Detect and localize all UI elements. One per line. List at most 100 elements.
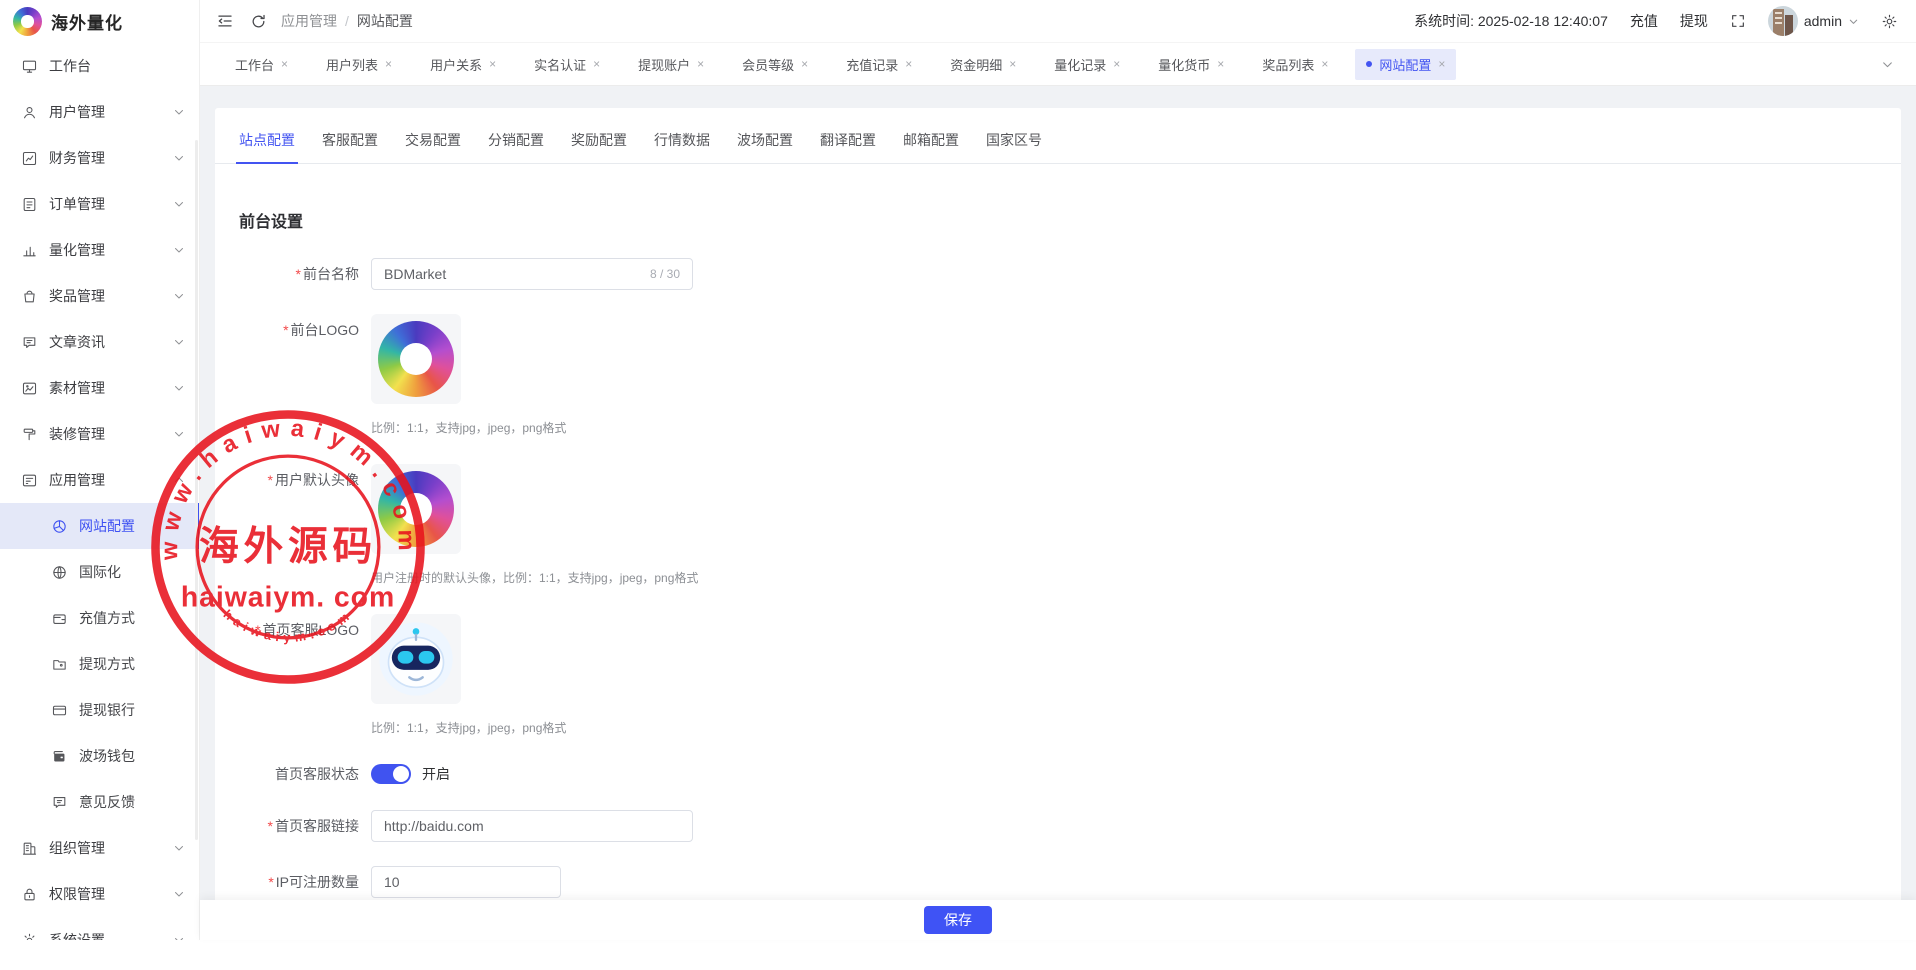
- field-service-logo: *首页客服LOGO: [239, 614, 1877, 736]
- sidebar-item-site-config[interactable]: 网站配置: [0, 503, 199, 549]
- sidebar-item-label: 系统设置: [49, 930, 173, 940]
- system-time: 系统时间: 2025-02-18 12:40:07: [1414, 11, 1608, 31]
- close-icon[interactable]: ×: [1009, 58, 1016, 70]
- sidebar-item-label: 素材管理: [49, 378, 173, 398]
- config-tab-trade[interactable]: 交易配置: [405, 130, 461, 163]
- front-logo-upload[interactable]: [371, 314, 461, 404]
- sidebar-item-sys-settings[interactable]: 系统设置: [0, 917, 199, 940]
- workspace-tab-real-name-auth[interactable]: 实名认证×: [523, 49, 611, 80]
- ip-limit-input-box: [371, 866, 561, 898]
- sidebar-item-quant-mgmt[interactable]: 量化管理: [0, 227, 199, 273]
- avatar[interactable]: [1768, 6, 1798, 36]
- workspace-tab-workbench[interactable]: 工作台×: [224, 49, 299, 80]
- workspace-tab-fund-detail[interactable]: 资金明细×: [939, 49, 1027, 80]
- service-logo-upload[interactable]: [371, 614, 461, 704]
- gear-icon: [21, 932, 38, 941]
- close-icon[interactable]: ×: [801, 58, 808, 70]
- sidebar-item-decor-mgmt[interactable]: 装修管理: [0, 411, 199, 457]
- config-tab-market[interactable]: 行情数据: [654, 130, 710, 163]
- service-logo-tip: 比例：1:1，支持jpg，jpeg，png格式: [371, 719, 566, 736]
- workspace-tab-prize-list[interactable]: 奖品列表×: [1251, 49, 1339, 80]
- config-tab-translate[interactable]: 翻译配置: [820, 130, 876, 163]
- workspace-tab-member-level[interactable]: 会员等级×: [731, 49, 819, 80]
- workspace-tab-quant-currency[interactable]: 量化货币 ×: [1147, 49, 1235, 80]
- tabbar-collapse-chevron-icon[interactable]: [1881, 58, 1894, 71]
- field-label: 首页客服链接: [275, 818, 359, 834]
- menu-fold-icon[interactable]: [216, 12, 234, 30]
- close-icon[interactable]: ×: [1113, 58, 1120, 70]
- sidebar-item-app-mgmt[interactable]: 应用管理: [0, 457, 199, 503]
- withdraw-button[interactable]: 提现: [1680, 11, 1708, 31]
- brand: 海外量化: [0, 0, 199, 43]
- close-icon[interactable]: ×: [593, 58, 600, 70]
- default-avatar-upload[interactable]: [371, 464, 461, 554]
- workspace-tab-label: 量化货币: [1158, 55, 1210, 74]
- sidebar-item-label: 奖品管理: [49, 286, 173, 306]
- user-menu[interactable]: admin: [1768, 6, 1859, 36]
- workspace-tab-withdraw-account[interactable]: 提现账户×: [627, 49, 715, 80]
- config-tab-country-code[interactable]: 国家区号: [986, 130, 1042, 163]
- sidebar-item-article-news[interactable]: 文章资讯: [0, 319, 199, 365]
- sidebar-item-material-mgmt[interactable]: 素材管理: [0, 365, 199, 411]
- order-doc-icon: [21, 196, 38, 213]
- sidebar-item-withdraw-method[interactable]: 提现方式: [0, 641, 199, 687]
- sidebar-item-workbench[interactable]: 工作台: [0, 43, 199, 89]
- config-tab-tron[interactable]: 波场配置: [737, 130, 793, 163]
- close-icon[interactable]: ×: [905, 58, 912, 70]
- settings-gear-icon[interactable]: [1881, 13, 1898, 30]
- field-label: 前台LOGO: [291, 322, 359, 338]
- service-link-input[interactable]: [384, 818, 680, 834]
- sidebar-item-label: 装修管理: [49, 424, 173, 444]
- workspace-tab-quant-record[interactable]: 量化记录×: [1043, 49, 1131, 80]
- refresh-icon[interactable]: [250, 13, 267, 30]
- config-tab-site[interactable]: 站点配置: [239, 130, 295, 163]
- sidebar-item-user-mgmt[interactable]: 用户管理: [0, 89, 199, 135]
- breadcrumb-section[interactable]: 应用管理: [281, 11, 337, 31]
- save-button[interactable]: 保存: [924, 906, 992, 934]
- username: admin: [1804, 13, 1842, 29]
- sidebar-item-feedback[interactable]: 意见反馈: [0, 779, 199, 825]
- workspace-tab-user-relation[interactable]: 用户关系×: [419, 49, 507, 80]
- workspace-tab-user-list[interactable]: 用户列表×: [315, 49, 403, 80]
- sidebar-item-tron-wallet[interactable]: 波场钱包: [0, 733, 199, 779]
- field-label: IP可注册数量: [276, 874, 359, 890]
- recharge-button[interactable]: 充值: [1630, 11, 1658, 31]
- sidebar-item-i18n[interactable]: 国际化: [0, 549, 199, 595]
- close-icon[interactable]: ×: [697, 58, 704, 70]
- config-tab-reward[interactable]: 奖励配置: [571, 130, 627, 163]
- site-name-input[interactable]: [384, 266, 642, 282]
- sidebar-item-org-mgmt[interactable]: 组织管理: [0, 825, 199, 871]
- field-label: 前台名称: [303, 266, 359, 282]
- workspace-tab-site-config[interactable]: 网站配置×: [1355, 49, 1456, 80]
- service-status-toggle[interactable]: [371, 764, 411, 784]
- field-front-logo: *前台LOGO 比例：1:1，支持jpg，jpeg，png格式: [239, 314, 1877, 436]
- close-icon[interactable]: ×: [1217, 58, 1224, 70]
- sidebar-item-label: 提现银行: [79, 700, 185, 720]
- active-tab-dot: [1366, 61, 1372, 67]
- close-icon[interactable]: ×: [489, 58, 496, 70]
- sidebar-item-order-mgmt[interactable]: 订单管理: [0, 181, 199, 227]
- sidebar-item-withdraw-bank[interactable]: 提现银行: [0, 687, 199, 733]
- config-tab-distribution[interactable]: 分销配置: [488, 130, 544, 163]
- sidebar-scrollbar[interactable]: [195, 140, 198, 840]
- close-icon[interactable]: ×: [1438, 58, 1445, 70]
- config-tab-email[interactable]: 邮箱配置: [903, 130, 959, 163]
- sidebar-item-prize-mgmt[interactable]: 奖品管理: [0, 273, 199, 319]
- config-tab-service[interactable]: 客服配置: [322, 130, 378, 163]
- close-icon[interactable]: ×: [281, 58, 288, 70]
- field-label: 首页客服状态: [275, 766, 359, 782]
- sidebar-item-recharge-method[interactable]: 充值方式: [0, 595, 199, 641]
- chevron-down-icon: [173, 106, 185, 118]
- fullscreen-icon[interactable]: [1730, 13, 1746, 29]
- article-icon: [21, 334, 38, 351]
- sidebar-item-perm-mgmt[interactable]: 权限管理: [0, 871, 199, 917]
- sidebar-item-label: 财务管理: [49, 148, 173, 168]
- close-icon[interactable]: ×: [385, 58, 392, 70]
- ip-limit-input[interactable]: [384, 874, 548, 890]
- close-icon[interactable]: ×: [1321, 58, 1328, 70]
- sidebar-item-finance-mgmt[interactable]: 财务管理: [0, 135, 199, 181]
- chevron-up-icon: [173, 474, 185, 486]
- breadcrumb-separator: /: [345, 13, 349, 29]
- user-icon: [21, 104, 38, 121]
- workspace-tab-recharge-record[interactable]: 充值记录×: [835, 49, 923, 80]
